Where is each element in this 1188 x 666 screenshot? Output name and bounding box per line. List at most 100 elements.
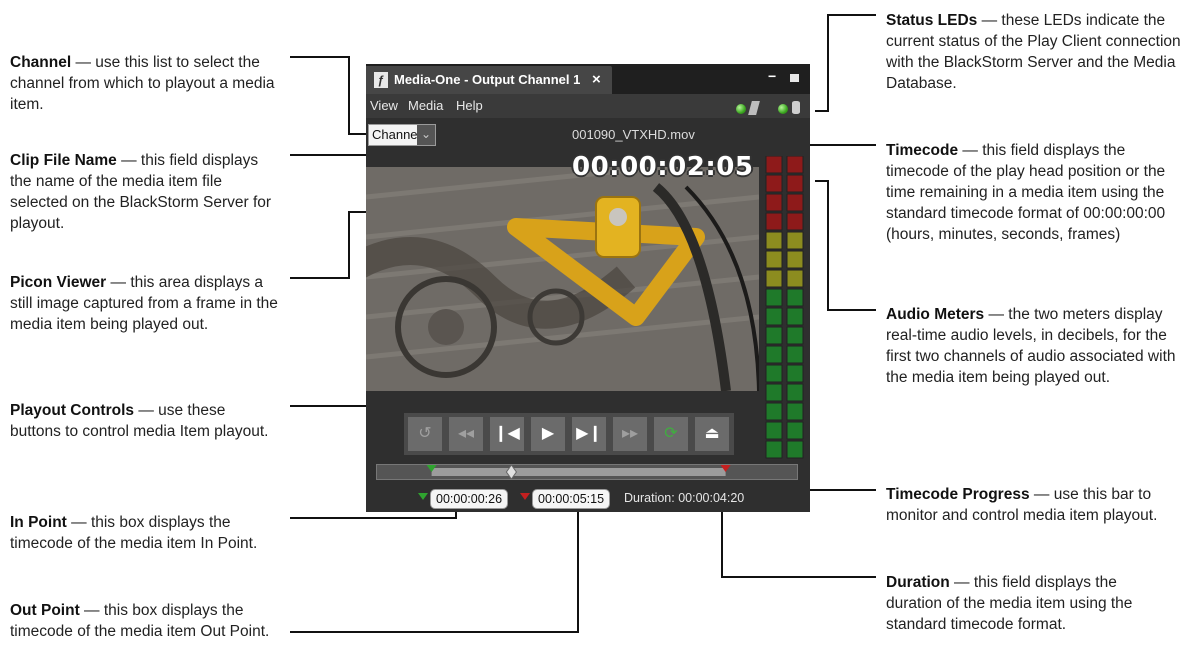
channel-select[interactable]: Channel 1 ⌄ xyxy=(368,124,436,146)
annotation-status-leds: Status LEDs — these LEDs indicate the cu… xyxy=(886,10,1182,94)
meter-1-segment xyxy=(765,174,783,193)
leader-status-leds xyxy=(815,14,876,112)
picon-image xyxy=(366,167,759,391)
database-status-led xyxy=(778,104,788,114)
go-to-start-icon: ❙◀ xyxy=(494,425,520,442)
annotation-timecode-title: Timecode xyxy=(886,142,959,159)
meter-2-segment xyxy=(786,345,804,364)
audio-meters xyxy=(765,156,804,459)
duration-field: Duration: 00:00:04:20 xyxy=(624,491,745,505)
in-point-icon xyxy=(418,493,428,500)
output-channel-tab[interactable]: ƒ Media-One - Output Channel 1 × xyxy=(366,66,612,94)
meter-2-segment xyxy=(786,156,804,174)
eject-icon: ⏏ xyxy=(704,425,720,442)
meter-1-segment xyxy=(765,269,783,288)
meter-2-segment xyxy=(786,269,804,288)
meter-1-segment xyxy=(765,250,783,269)
annotation-playout-controls: Playout Controls — use these buttons to … xyxy=(10,400,280,442)
meter-2-segment xyxy=(786,212,804,231)
annotation-timecode-progress: Timecode Progress — use this bar to moni… xyxy=(886,484,1176,526)
meter-1-segment xyxy=(765,212,783,231)
channel-bar: Channel 1 ⌄ 001090_VTXHD.mov xyxy=(366,118,810,148)
timecode-display: 00:00:02:05 xyxy=(572,152,754,182)
meter-2-segment xyxy=(786,193,804,212)
fast-forward-icon: ▸▸ xyxy=(621,425,639,442)
undo-button[interactable]: ↺ xyxy=(408,417,442,451)
rewind-button[interactable]: ◂◂ xyxy=(449,417,483,451)
meter-2-segment xyxy=(786,421,804,440)
out-point-icon xyxy=(520,493,530,500)
playhead-handle[interactable] xyxy=(505,465,518,479)
loop-button[interactable]: ⟳ xyxy=(654,417,688,451)
annotation-channel-title: Channel xyxy=(10,54,72,71)
annotation-audio-meters: Audio Meters — the two meters display re… xyxy=(886,304,1176,388)
annotation-duration: Duration — this field displays the durat… xyxy=(886,572,1176,635)
meter-2-segment xyxy=(786,250,804,269)
meter-1-segment xyxy=(765,402,783,421)
media-database-icon xyxy=(792,101,800,114)
annotation-clip-file-name-title: Clip File Name xyxy=(10,152,117,169)
meter-2-segment xyxy=(786,307,804,326)
annotation-clip-file-name: Clip File Name — this field displays the… xyxy=(10,150,280,234)
chevron-down-icon[interactable]: ⌄ xyxy=(417,125,435,145)
menu-media[interactable]: Media xyxy=(408,98,443,113)
leader-picon-viewer xyxy=(290,211,368,279)
timecode-progress-bar[interactable] xyxy=(376,464,798,480)
leader-audio-meters xyxy=(815,180,876,311)
meter-2-segment xyxy=(786,288,804,307)
annotation-picon-viewer: Picon Viewer — this area displays a stil… xyxy=(10,272,280,335)
minimize-button[interactable]: − xyxy=(768,68,776,84)
annotation-playout-controls-title: Playout Controls xyxy=(10,402,135,419)
annotation-out-point-title: Out Point xyxy=(10,602,80,619)
meter-2-segment xyxy=(786,174,804,193)
annotation-channel: Channel — use this list to select the ch… xyxy=(10,52,280,115)
menu-view[interactable]: View xyxy=(370,98,398,113)
meter-1-segment xyxy=(765,440,783,459)
leader-channel xyxy=(290,56,366,135)
annotation-duration-title: Duration xyxy=(886,574,950,591)
fast-forward-button[interactable]: ▸▸ xyxy=(613,417,647,451)
meter-1-segment xyxy=(765,193,783,212)
meter-2-segment xyxy=(786,364,804,383)
go-to-end-button[interactable]: ▶❙ xyxy=(572,417,606,451)
in-point-box[interactable]: 00:00:00:26 xyxy=(430,489,509,509)
picon-viewer xyxy=(366,167,759,391)
go-to-start-button[interactable]: ❙◀ xyxy=(490,417,524,451)
undo-icon: ↺ xyxy=(418,425,432,442)
eject-button[interactable]: ⏏ xyxy=(695,417,729,451)
menu-help[interactable]: Help xyxy=(456,98,483,113)
rewind-icon: ◂◂ xyxy=(457,425,475,442)
annotation-in-point-title: In Point xyxy=(10,514,67,531)
progress-range xyxy=(431,468,726,476)
out-point-box[interactable]: 00:00:05:15 xyxy=(532,489,611,509)
tab-title: Media-One - Output Channel 1 xyxy=(394,72,581,87)
annotation-picon-viewer-title: Picon Viewer xyxy=(10,274,107,291)
meter-1-segment xyxy=(765,383,783,402)
annotation-timecode: Timecode — this field displays the timec… xyxy=(886,140,1186,245)
meter-2-segment xyxy=(786,440,804,459)
meter-1-segment xyxy=(765,364,783,383)
meter-2-segment xyxy=(786,326,804,345)
annotation-status-leds-title: Status LEDs xyxy=(886,12,978,29)
annotation-audio-meters-title: Audio Meters xyxy=(886,306,985,323)
playout-controls: ↺ ◂◂ ❙◀ ▶ ▶❙ ▸▸ ⟳ ⏏ xyxy=(404,413,734,455)
maximize-button[interactable] xyxy=(790,74,799,82)
loop-icon: ⟳ xyxy=(664,425,678,442)
app-logo-icon: ƒ xyxy=(374,72,388,88)
meter-1-segment xyxy=(765,231,783,250)
meter-1-segment xyxy=(765,326,783,345)
info-bar: 00:00:00:26 00:00:05:15 Duration: 00:00:… xyxy=(366,484,810,512)
play-button[interactable]: ▶ xyxy=(531,417,565,451)
meter-1-segment xyxy=(765,345,783,364)
play-icon: ▶ xyxy=(541,425,555,442)
clip-file-name: 001090_VTXHD.mov xyxy=(572,127,695,142)
annotation-out-point: Out Point — this box displays the timeco… xyxy=(10,600,280,642)
go-to-end-icon: ▶❙ xyxy=(576,425,602,442)
meter-2-segment xyxy=(786,402,804,421)
meter-1-segment xyxy=(765,156,783,174)
media-one-window: ƒ Media-One - Output Channel 1 × − View … xyxy=(366,64,810,512)
meter-2-segment xyxy=(786,231,804,250)
annotation-timecode-progress-title: Timecode Progress xyxy=(886,486,1030,503)
title-bar: ƒ Media-One - Output Channel 1 × − xyxy=(366,64,810,94)
tab-close-button[interactable]: × xyxy=(592,66,601,94)
